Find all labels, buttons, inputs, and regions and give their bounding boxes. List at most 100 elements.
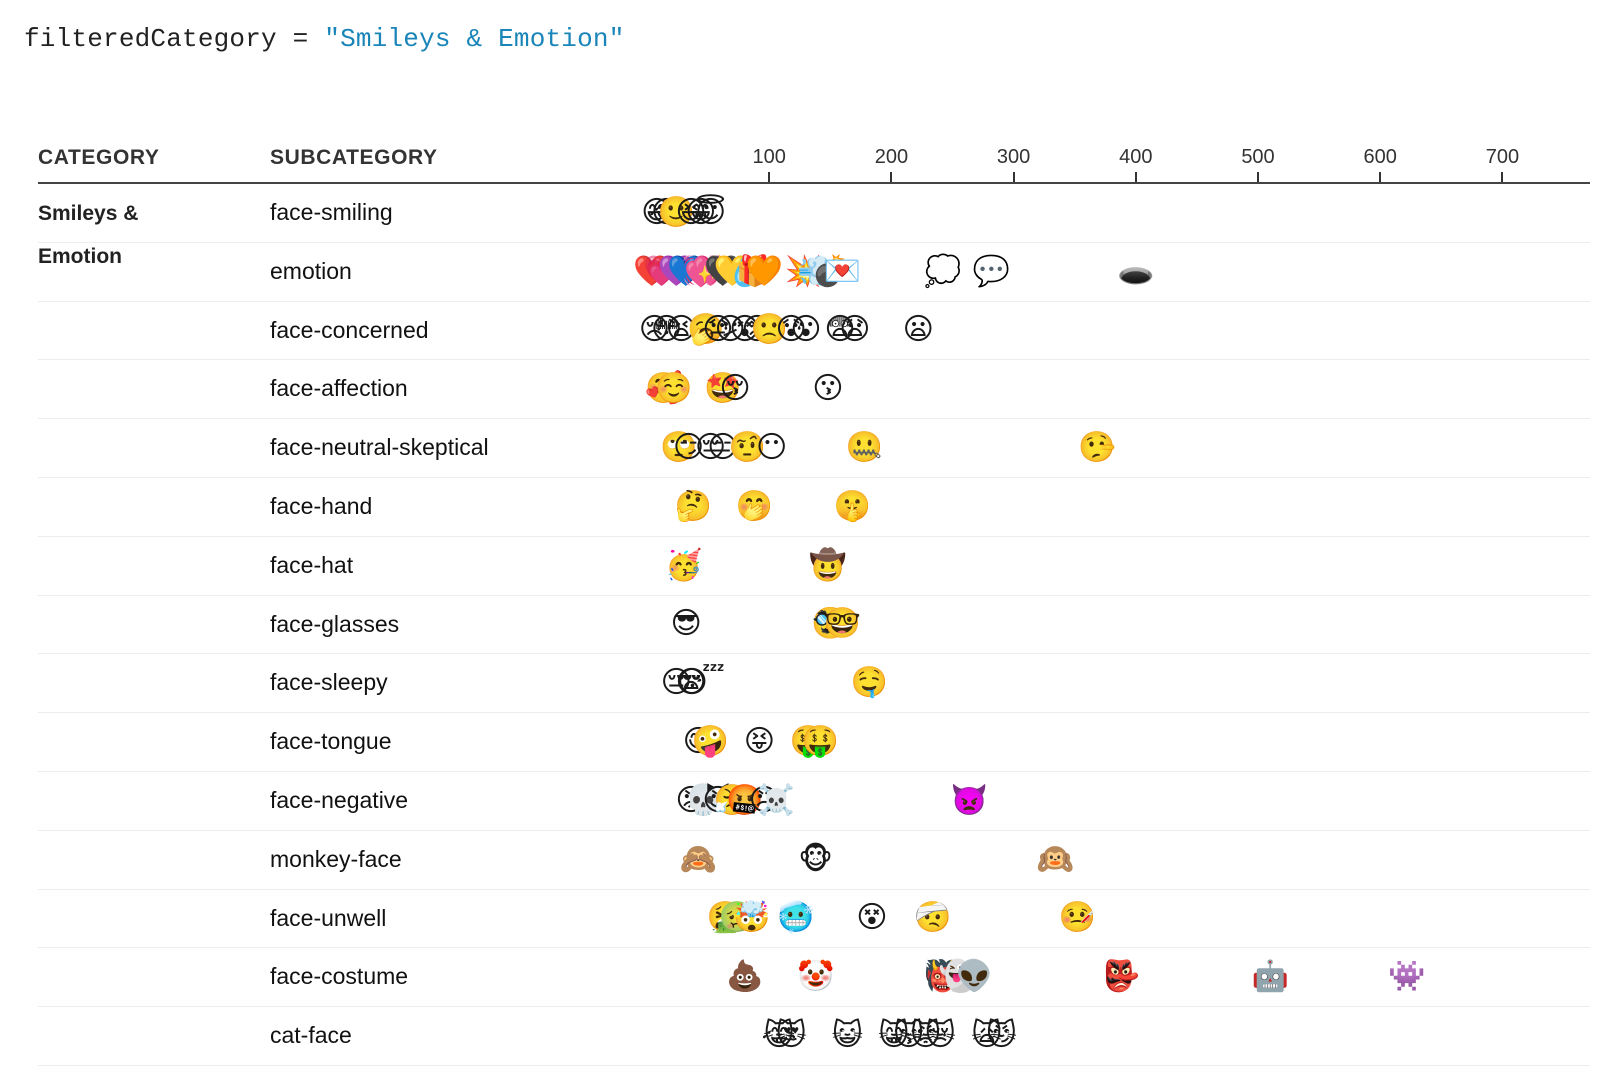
subcategory-plot-track: 😔 😪 😴 🤤 <box>647 654 1590 712</box>
axis-tick-label: 600 <box>1363 146 1397 168</box>
axis-tick-mark <box>1379 172 1382 182</box>
subcategory-label: face-tongue <box>270 728 392 755</box>
emoji-mark[interactable]: 👽 <box>956 962 993 992</box>
subcategory-plot-track: 🥳 🤠 <box>647 537 1590 595</box>
subcategory-plot-track: 🤔 🤭 🤫 <box>647 478 1590 536</box>
table-row[interactable]: cat-face 😹 😻 😺 😸 😽 😾 😿 🙀 😼 <box>38 1007 1590 1066</box>
emoji-mark[interactable]: 👾 <box>1388 962 1425 992</box>
subcategory-label: face-concerned <box>270 316 429 343</box>
table-row[interactable]: face-concerned 😢 😳 😫 🥱 😓 😕 😵 😣 🙁 😰 😮 😨 😧 😦 <box>38 302 1590 361</box>
emoji-mark[interactable]: ☠️ <box>758 785 795 816</box>
emoji-mark[interactable]: 💭 <box>924 256 961 287</box>
emoji-mark[interactable]: ☺️ <box>655 374 692 404</box>
subcategory-label: face-negative <box>270 786 409 813</box>
emoji-mark[interactable]: 🥶 <box>777 903 814 933</box>
subcategory-plot-track: ❤️ 💗 💜 💙 💓 💖 🖤 💛 💧 🎁 🧡 💥 💨 💣 💌 💭 💬 🕳️ <box>633 243 1590 301</box>
emoji-mark[interactable]: 🤡 <box>797 962 834 992</box>
emoji-mark[interactable]: 😧 <box>839 315 870 345</box>
emoji-mark[interactable]: 😎 <box>670 609 701 639</box>
table-row[interactable]: face-glasses 😎 🥸 🤓 <box>38 596 1590 655</box>
x-axis: 100 200 300 400 500 600 700 <box>647 138 1547 184</box>
filter-expression: filteredCategory = "Smileys & Emotion" <box>24 24 625 54</box>
table-row[interactable]: Smileys & Emotion face-smiling 😅 😂 🙂 😆 😁 😇 <box>38 184 1590 268</box>
emoji-mark[interactable]: 🤑 <box>802 727 839 757</box>
emoji-mark[interactable]: 😚 <box>719 374 750 404</box>
emoji-mark[interactable]: 👺 <box>1102 962 1139 992</box>
subcategory-plot-track: 😡 💀 😈 😤 🤬 😠 ☠️ 👿 <box>647 772 1590 830</box>
axis-tick-label: 700 <box>1485 146 1520 168</box>
axis-tick-mark <box>890 172 893 182</box>
emoji-mark[interactable]: 😿 <box>925 1021 956 1051</box>
emoji-mark[interactable]: 😇 <box>695 197 726 228</box>
column-header-subcategory: SUBCATEGORY <box>270 146 438 169</box>
subcategory-label: face-hat <box>270 551 354 578</box>
emoji-mark[interactable]: 🤭 <box>736 491 773 522</box>
table-row[interactable]: face-unwell 🤮 🤢 🤯 🥶 😵 🤕 🤒 <box>38 890 1590 949</box>
emoji-mark[interactable]: 🤥 <box>1078 433 1115 463</box>
emoji-mark[interactable]: 😮 <box>790 315 821 345</box>
filter-value: "Smileys & Emotion" <box>324 24 625 54</box>
filter-operator: = <box>276 24 325 54</box>
table-row[interactable]: face-neutral-skeptical 🙄 😏 😔 😑 🤨 😶 🤐 🤥 <box>38 419 1590 478</box>
emoji-mark[interactable]: 😺 <box>832 1021 863 1051</box>
emoji-mark[interactable]: 🥳 <box>665 550 702 581</box>
emoji-mark[interactable]: 🤫 <box>834 491 871 522</box>
emoji-mark[interactable]: 😝 <box>744 727 775 757</box>
emoji-mark[interactable]: 😶 <box>756 433 787 463</box>
emoji-mark[interactable]: 🤓 <box>824 609 861 639</box>
subcategory-label: emotion <box>270 257 352 284</box>
table-row[interactable]: face-hat 🥳 🤠 <box>38 537 1590 596</box>
subcategory-label: cat-face <box>270 1022 352 1049</box>
emoji-mark[interactable]: 🤖 <box>1252 962 1289 992</box>
table-row[interactable]: emotion ❤️ 💗 💜 💙 💓 💖 🖤 💛 💧 🎁 🧡 💥 💨 💣 💌 💭 💬 🕳️ <box>38 243 1590 302</box>
table-row[interactable]: face-costume 💩 🤡 👹 👻 👽 👺 🤖 👾 <box>38 948 1590 1008</box>
subcategory-label: face-smiling <box>270 199 393 225</box>
subcategory-label: face-neutral-skeptical <box>270 434 489 461</box>
emoji-mark[interactable]: 🐵 <box>798 844 833 875</box>
subcategory-label: face-sleepy <box>270 669 388 696</box>
emoji-mark[interactable]: 😼 <box>986 1021 1017 1051</box>
emoji-mark[interactable]: 💬 <box>973 256 1010 287</box>
axis-tick-label: 400 <box>1119 146 1153 168</box>
axis-tick-mark <box>768 172 771 182</box>
emoji-mark[interactable]: 😴 <box>677 668 725 698</box>
emoji-mark[interactable]: 🤐 <box>846 433 883 463</box>
emoji-mark[interactable]: 🤔 <box>675 491 712 522</box>
axis-tick-label: 200 <box>874 146 909 168</box>
subcategory-plot-track: 😢 😳 😫 🥱 😓 😕 😵 😣 🙁 😰 😮 😨 😧 😦 <box>639 302 1590 360</box>
emoji-mark[interactable]: 🤕 <box>914 903 951 933</box>
emoji-mark[interactable]: 😵 <box>856 903 887 933</box>
subcategory-label: face-unwell <box>270 904 387 931</box>
subcategory-plot-track: 💩 🤡 👹 👻 👽 👺 🤖 👾 <box>647 948 1590 1006</box>
emoji-mark[interactable]: 😦 <box>903 315 934 345</box>
emoji-mark[interactable]: 🤯 <box>733 903 770 933</box>
table-row[interactable]: face-sleepy 😔 😪 😴 🤤 <box>38 654 1590 714</box>
subcategory-plot-track: 😎 🥸 🤓 <box>647 596 1590 654</box>
subcategory-label: face-costume <box>270 963 409 990</box>
axis-tick-label: 500 <box>1241 146 1275 168</box>
subcategory-label: face-glasses <box>270 610 400 637</box>
axis-tick-mark <box>1501 172 1504 182</box>
subcategory-plot-track: 😋 🤪 😝 🤑 🤑 <box>647 713 1590 771</box>
emoji-mark[interactable]: 👿 <box>951 785 988 816</box>
emoji-mark[interactable]: 🤪 <box>692 727 729 757</box>
subcategory-plot-track: 😅 😂 🙂 😆 😁 😇 <box>641 184 1590 242</box>
emoji-mark[interactable]: 💌 <box>824 256 861 287</box>
emoji-mark[interactable]: 🙈 <box>680 844 717 875</box>
emoji-mark[interactable]: 🤤 <box>851 668 888 698</box>
emoji-mark[interactable]: 😗 <box>812 374 843 404</box>
subcategory-plot-track: 🙈 🐵 🙉 <box>647 831 1590 889</box>
emoji-mark[interactable]: 🙉 <box>1036 844 1073 875</box>
emoji-mark[interactable]: 🤠 <box>809 550 846 581</box>
subcategory-plot-track: 😹 😻 😺 😸 😽 😾 😿 🙀 😼 <box>647 1007 1590 1065</box>
table-row[interactable]: face-tongue 😋 🤪 😝 🤑 🤑 <box>38 713 1590 772</box>
table-row[interactable]: face-negative 😡 💀 😈 😤 🤬 😠 ☠️ 👿 <box>38 772 1590 831</box>
emoji-mark[interactable]: 😻 <box>776 1021 807 1051</box>
emoji-mark[interactable]: 🕳️ <box>1117 256 1154 287</box>
emoji-mark[interactable]: 💩 <box>726 962 763 992</box>
emoji-mark[interactable]: 🧡 <box>746 256 783 287</box>
emoji-mark[interactable]: 🤒 <box>1058 903 1095 933</box>
table-row[interactable]: face-affection 🥰 ☺️ 🤩 😚 😗 <box>38 360 1590 420</box>
table-row[interactable]: monkey-face 🙈 🐵 🙉 <box>38 831 1590 890</box>
table-row[interactable]: face-hand 🤔 🤭 🤫 <box>38 478 1590 537</box>
